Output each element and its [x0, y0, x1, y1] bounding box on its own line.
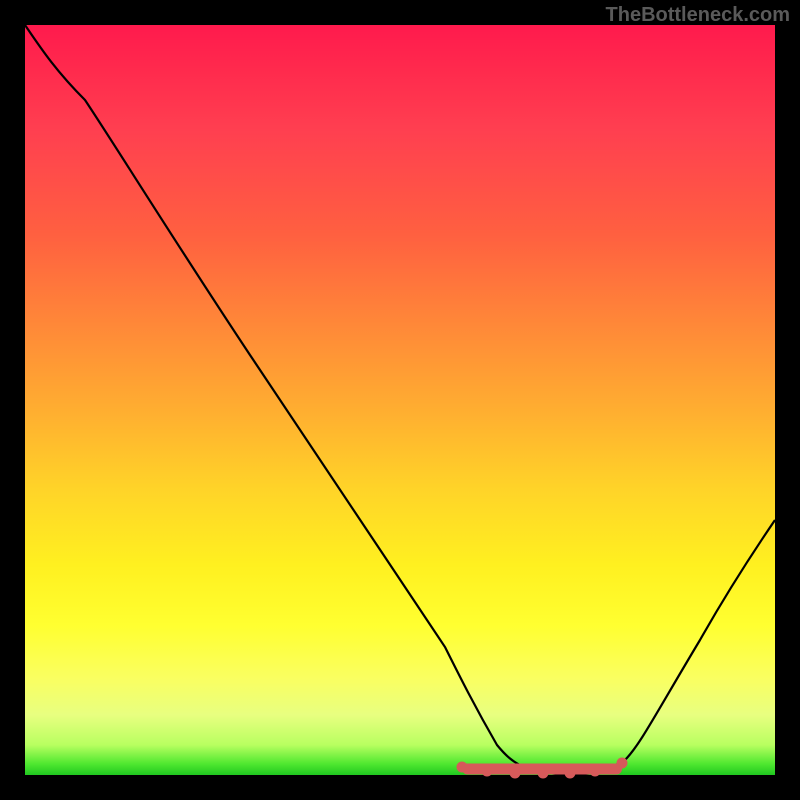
chart-container: TheBottleneck.com: [0, 0, 800, 800]
highlight-dot-5: [590, 766, 601, 777]
plot-area: [25, 25, 775, 775]
highlight-dot-1: [482, 766, 493, 777]
highlight-dot-2: [510, 768, 521, 779]
highlight-dot-4: [565, 768, 576, 779]
watermark-text: TheBottleneck.com: [606, 4, 790, 27]
highlight-dot-end: [617, 758, 628, 769]
bottleneck-curve-path: [25, 25, 775, 775]
curve-svg: [25, 25, 775, 775]
highlight-dot-3: [538, 768, 549, 779]
highlight-dot-start: [457, 762, 468, 773]
